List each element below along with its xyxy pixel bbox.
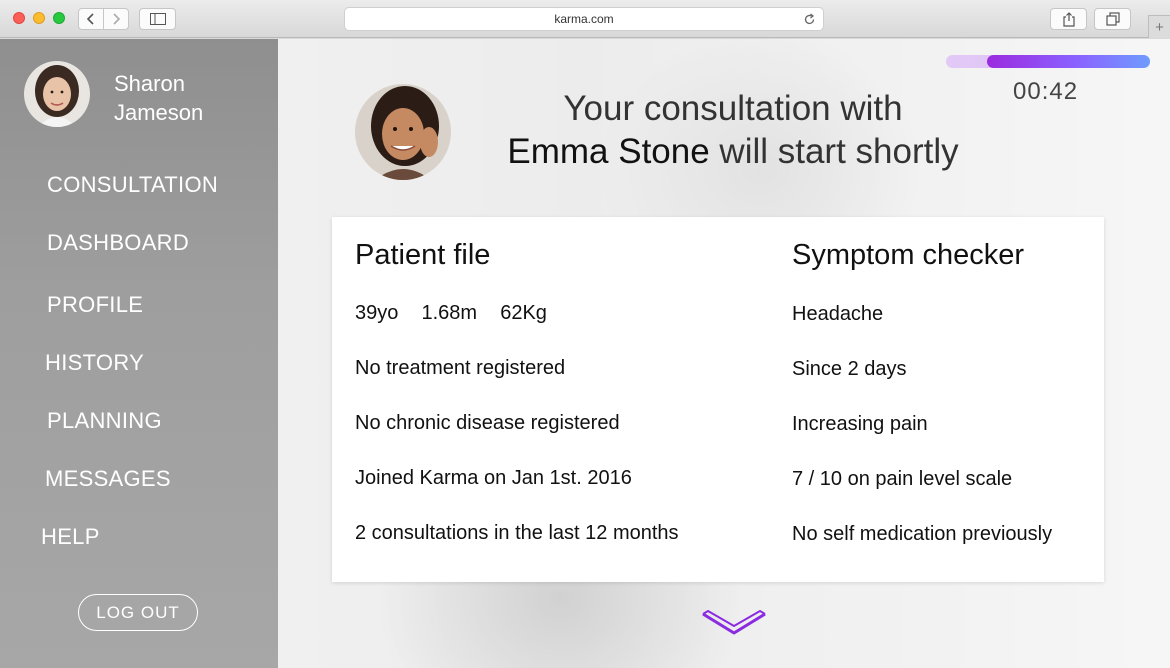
new-tab-button[interactable]: + [1148,15,1170,38]
symptom-checker-title: Symptom checker [792,239,1025,271]
user-first-name: Sharon [114,71,185,96]
info-card: Patient file 39yo 1.68m 62Kg No treatmen… [332,217,1104,582]
patient-file-title: Patient file [355,239,491,271]
symptom-line: 7 / 10 on pain level scale [792,468,1013,490]
patient-height: 1.68m [421,302,478,324]
nav-item-consultation[interactable]: CONSULTATION [47,172,218,198]
logout-button[interactable]: LOG OUT [78,594,198,631]
headline-second-line: Emma Stone will start shortly [500,130,966,173]
patient-vitals: 39yo 1.68m 62Kg [355,302,547,325]
show-tabs-button[interactable] [1094,8,1131,30]
nav-item-dashboard[interactable]: DASHBOARD [47,230,189,256]
chevron-right-icon [113,13,121,25]
minimize-window-button[interactable] [33,12,45,24]
patient-age: 39yo [355,302,399,324]
share-button[interactable] [1050,8,1087,30]
patient-file-line: Joined Karma on Jan 1st. 2016 [355,467,632,489]
symptom-line: No self medication previously [792,523,1053,545]
sidebar: Sharon Jameson CONSULTATION DASHBOARD PR… [0,39,278,668]
reload-icon [804,12,814,24]
symptom-line: Since 2 days [792,358,907,380]
wait-progress-fill [987,55,1150,68]
user-last-name: Jameson [114,100,204,125]
symptom-line: Increasing pain [792,413,928,435]
nav-item-help[interactable]: HELP [41,524,100,550]
reload-button[interactable] [801,11,817,27]
headline-prefix: Your consultation with [563,89,903,128]
chevron-left-icon [86,13,94,25]
user-avatar[interactable] [24,61,90,127]
sidebar-icon [149,13,166,25]
zoom-window-button[interactable] [53,12,65,24]
patient-file-line: No chronic disease registered [355,412,620,434]
nav-item-planning[interactable]: PLANNING [47,408,162,434]
patient-file-line: No treatment registered [355,357,566,379]
doctor-name: Emma Stone [507,132,710,171]
nav-item-history[interactable]: HISTORY [45,350,144,376]
patient-weight: 62Kg [500,302,547,324]
countdown-timer: 00:42 [1013,78,1079,105]
plus-icon: + [1155,18,1164,36]
user-name: Sharon Jameson [114,69,274,127]
consultation-headline: Your consultation with Emma Stone will s… [500,87,966,173]
page-content: Sharon Jameson CONSULTATION DASHBOARD PR… [0,39,1170,668]
doctor-avatar [355,84,451,180]
url-text: karma.com [554,12,614,26]
chevron-down-icon[interactable] [700,609,768,637]
browser-toolbar: karma.com + [0,0,1170,38]
patient-file-line: 2 consultations in the last 12 months [355,522,679,544]
headline-suffix: will start shortly [709,132,959,171]
close-window-button[interactable] [13,12,25,24]
nav-item-messages[interactable]: MESSAGES [45,466,171,492]
tabs-icon [1105,12,1120,26]
forward-button[interactable] [103,8,129,30]
back-button[interactable] [78,8,104,30]
nav-item-profile[interactable]: PROFILE [47,292,143,318]
share-icon [1062,11,1075,27]
sidebar-toggle-button[interactable] [139,8,176,30]
symptom-line: Headache [792,303,884,325]
address-bar[interactable]: karma.com [344,7,824,31]
